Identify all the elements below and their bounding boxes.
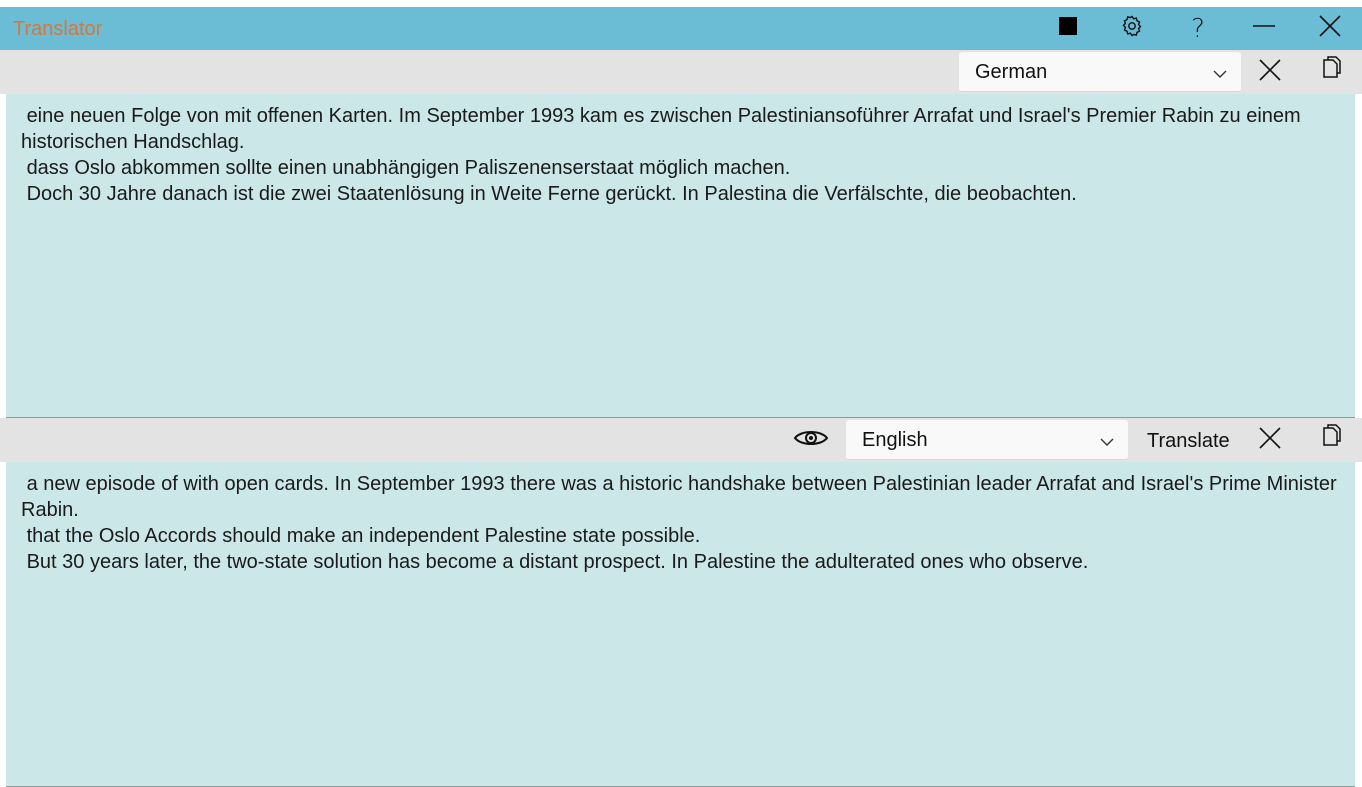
chevron-down-icon	[1100, 434, 1114, 452]
gear-icon	[1120, 14, 1144, 43]
settings-button[interactable]	[1104, 7, 1160, 50]
target-language-label: English	[862, 429, 928, 451]
close-icon	[1318, 14, 1342, 43]
source-text-area[interactable]: eine neuen Folge von mit offenen Karten.…	[6, 94, 1355, 418]
close-icon	[1258, 58, 1282, 87]
copy-source-button[interactable]	[1311, 50, 1351, 90]
preview-button[interactable]	[791, 420, 831, 460]
target-toolbar: English Translate	[0, 418, 1362, 462]
clear-target-button[interactable]	[1250, 420, 1290, 460]
help-icon: ?	[1191, 13, 1205, 44]
clear-source-button[interactable]	[1250, 52, 1290, 92]
minimize-button[interactable]	[1236, 7, 1292, 50]
app-title: Translator	[13, 18, 103, 40]
source-language-select[interactable]: German	[959, 52, 1241, 92]
source-toolbar: German	[0, 50, 1362, 94]
stop-button[interactable]	[1040, 7, 1096, 50]
target-line: But 30 years later, the two-state soluti…	[21, 551, 1089, 573]
eye-icon	[793, 427, 829, 454]
source-language-label: German	[975, 61, 1048, 83]
close-icon	[1258, 426, 1282, 455]
stop-icon	[1058, 16, 1078, 41]
source-line: Doch 30 Jahre danach ist die zwei Staate…	[21, 183, 1077, 205]
title-bar: Translator ?	[0, 7, 1362, 50]
copy-target-button[interactable]	[1311, 418, 1351, 458]
chevron-down-icon	[1213, 66, 1227, 84]
source-line: eine neuen Folge von mit offenen Karten.…	[21, 105, 1307, 153]
close-window-button[interactable]	[1302, 7, 1358, 50]
target-line: that the Oslo Accords should make an ind…	[21, 525, 701, 547]
target-text-area[interactable]: a new episode of with open cards. In Sep…	[6, 462, 1355, 787]
copy-icon	[1320, 55, 1342, 85]
target-language-select[interactable]: English	[846, 420, 1128, 460]
target-line: a new episode of with open cards. In Sep…	[21, 473, 1343, 521]
source-line: dass Oslo abkommen sollte einen unabhäng…	[21, 157, 791, 179]
copy-icon	[1320, 423, 1342, 453]
translate-button[interactable]: Translate	[1147, 430, 1230, 453]
help-button[interactable]: ?	[1170, 7, 1226, 50]
minimize-icon	[1252, 14, 1276, 43]
